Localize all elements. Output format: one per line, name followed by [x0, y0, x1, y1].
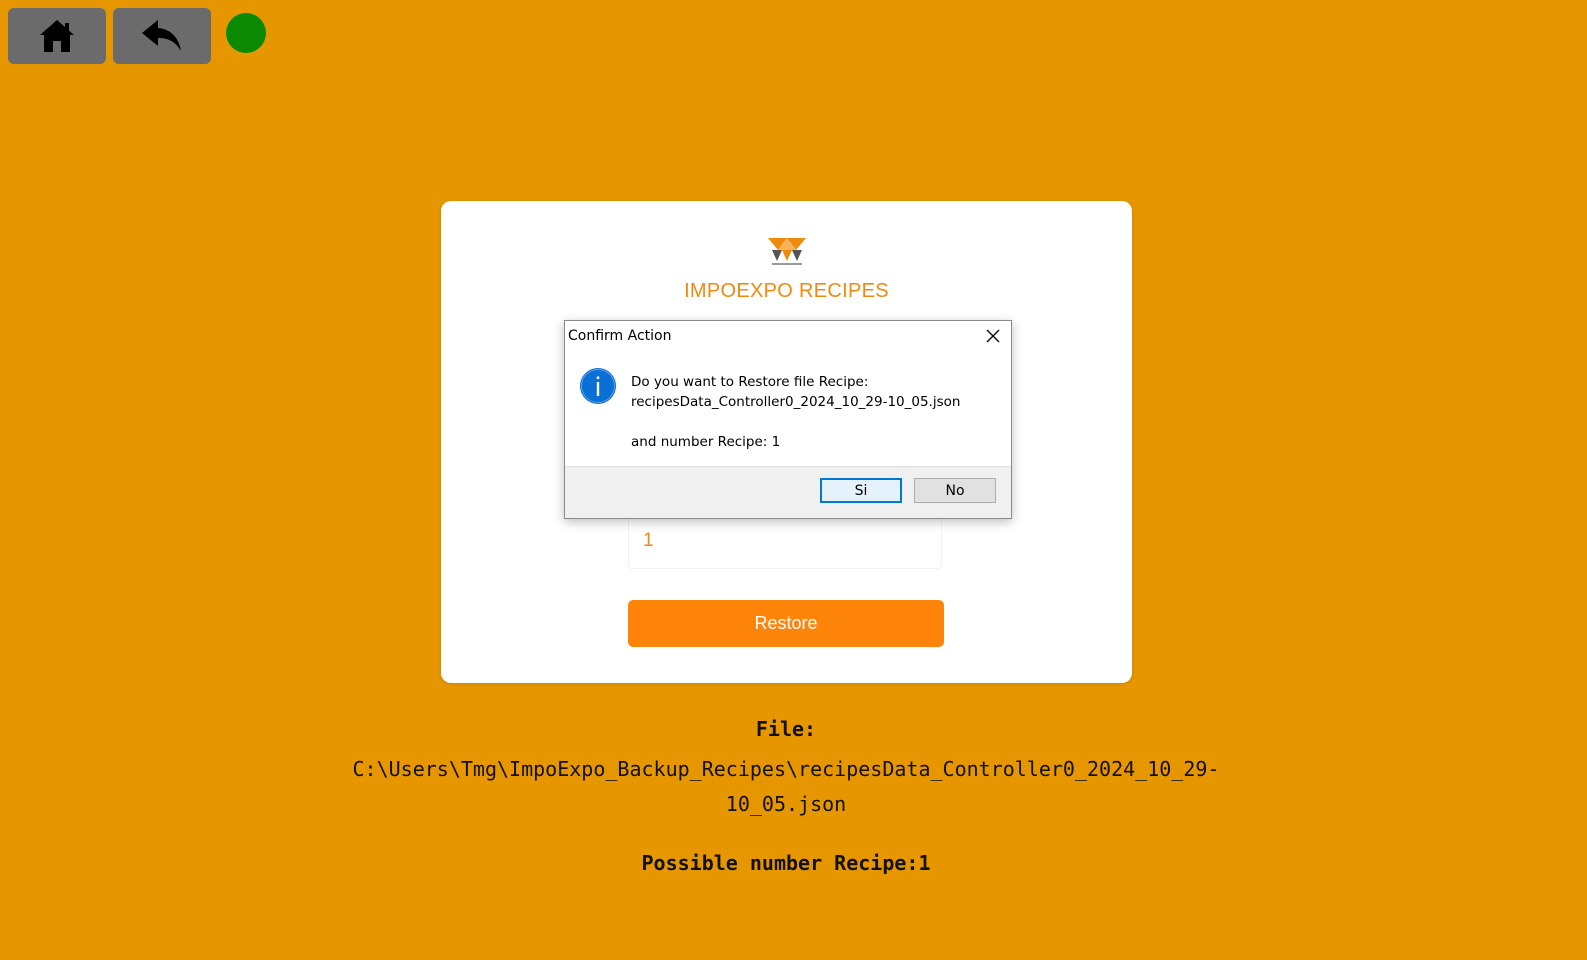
file-path-line2: 10_05.json: [725, 792, 847, 816]
dialog-message-line1: Do you want to Restore file Recipe:: [631, 374, 869, 390]
file-label: File:: [755, 717, 817, 741]
dialog-message-line2: recipesData_Controller0_2024_10_29-10_05…: [631, 394, 961, 410]
info-icon: [580, 368, 616, 404]
file-path: C:\Users\Tmg\ImpoExpo_Backup_Recipes\rec…: [300, 752, 1272, 822]
restore-button[interactable]: Restore: [628, 600, 944, 647]
recipe-number-field[interactable]: 1: [628, 511, 942, 569]
dialog-message: Do you want to Restore file Recipe: reci…: [631, 372, 960, 452]
dialog-message-line3: and number Recipe: 1: [631, 434, 781, 450]
home-button[interactable]: [8, 8, 106, 64]
confirm-dialog: Confirm Action Do you want to Restore fi…: [564, 320, 1012, 519]
yes-button[interactable]: Si: [820, 478, 902, 503]
tmg-logo: [768, 238, 806, 265]
back-button[interactable]: [113, 8, 211, 64]
file-path-line1: C:\Users\Tmg\ImpoExpo_Backup_Recipes\rec…: [352, 757, 1220, 781]
card-title: IMPOEXPO RECIPES: [684, 280, 889, 302]
home-icon: [40, 20, 74, 52]
possible-recipe-number: Possible number Recipe:1: [641, 851, 931, 875]
close-icon[interactable]: [985, 328, 1001, 344]
dialog-footer: Si No: [565, 466, 1011, 518]
reply-arrow-icon: [142, 20, 181, 51]
connection-status-indicator: [226, 13, 266, 53]
dialog-title: Confirm Action: [568, 328, 672, 344]
no-button[interactable]: No: [914, 478, 996, 503]
